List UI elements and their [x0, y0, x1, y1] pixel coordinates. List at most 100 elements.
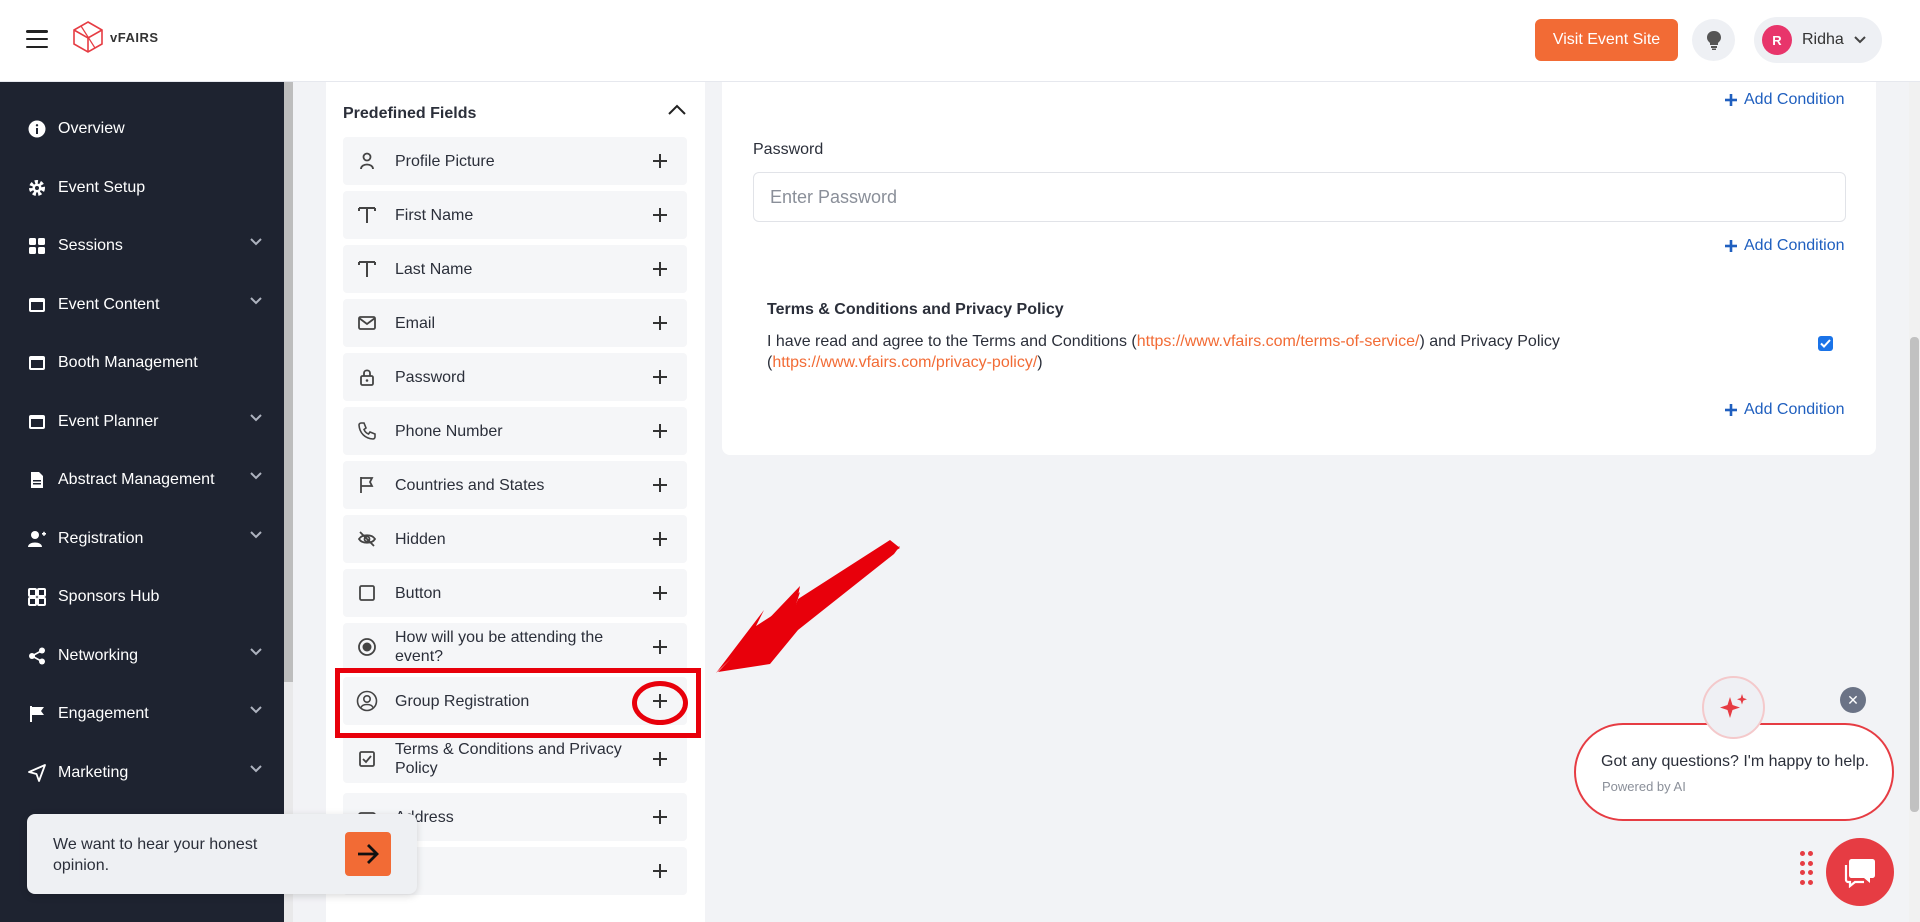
- field-password[interactable]: Password: [343, 353, 687, 401]
- sidebar-item-event-setup[interactable]: Event Setup: [0, 168, 284, 208]
- add-field-button[interactable]: [646, 857, 674, 885]
- chevron-down-icon: [250, 765, 262, 773]
- brand-logo[interactable]: vFAIRS: [72, 20, 159, 54]
- feedback-submit-button[interactable]: [345, 832, 391, 876]
- field-label: How will you be attending the event?: [395, 629, 604, 665]
- add-field-button[interactable]: [646, 255, 674, 283]
- sidebar-item-label: Sessions: [58, 237, 123, 254]
- phone-icon: [355, 419, 379, 443]
- terms-title: Terms & Conditions and Privacy Policy: [767, 301, 1064, 318]
- sidebar-item-abstract-management[interactable]: Abstract Management: [0, 460, 284, 500]
- add-field-button[interactable]: [646, 525, 674, 553]
- sidebar-item-event-planner[interactable]: Event Planner: [0, 402, 284, 442]
- field-label: Last Name: [395, 260, 473, 278]
- avatar: R: [1762, 25, 1792, 55]
- add-field-button[interactable]: [646, 417, 674, 445]
- add-field-button[interactable]: [646, 201, 674, 229]
- close-icon[interactable]: ✕: [1840, 687, 1866, 713]
- checkbox-icon: [355, 747, 379, 771]
- sidebar-item-label: Registration: [58, 530, 144, 547]
- add-condition-link[interactable]: Add Condition: [1724, 91, 1845, 109]
- field-hidden[interactable]: Hidden: [343, 515, 687, 563]
- add-condition-link[interactable]: Add Condition: [1724, 237, 1845, 255]
- sidebar: Overview Event Setup Sessions Event Cont…: [0, 82, 284, 922]
- sidebar-item-label: Abstract Management: [58, 471, 215, 488]
- add-field-button[interactable]: [646, 363, 674, 391]
- window-icon: [28, 296, 46, 314]
- add-field-button[interactable]: [646, 579, 674, 607]
- add-field-button[interactable]: [646, 803, 674, 831]
- add-field-button[interactable]: [646, 147, 674, 175]
- sidebar-item-engagement[interactable]: Engagement: [0, 694, 284, 734]
- user-menu[interactable]: R Ridha: [1754, 17, 1882, 63]
- sidebar-item-sessions[interactable]: Sessions: [0, 226, 284, 266]
- terms-of-service-link[interactable]: https://www.vfairs.com/terms-of-service/: [1137, 333, 1420, 350]
- document-icon: [28, 471, 46, 489]
- sidebar-item-registration[interactable]: Registration: [0, 519, 284, 559]
- add-field-button[interactable]: [646, 633, 674, 661]
- apps-icon: [28, 588, 46, 606]
- highlight-circle: [632, 681, 688, 725]
- sidebar-item-label: Event Planner: [58, 413, 159, 430]
- add-field-button[interactable]: [646, 471, 674, 499]
- send-icon: [28, 764, 46, 782]
- sidebar-scrollbar[interactable]: [284, 82, 293, 922]
- visit-event-site-button[interactable]: Visit Event Site: [1535, 19, 1678, 61]
- terms-text-part: ): [1037, 354, 1043, 371]
- person-icon: [355, 149, 379, 173]
- chevron-down-icon: [1854, 36, 1866, 44]
- field-terms-and-conditions[interactable]: Terms & Conditions and Privacy Policy: [343, 735, 687, 783]
- page-scrollbar[interactable]: [1909, 82, 1920, 922]
- vfairs-logo-icon: [73, 21, 103, 53]
- lightbulb-button[interactable]: [1692, 19, 1735, 61]
- page-scrollbar-thumb[interactable]: [1910, 337, 1919, 812]
- field-countries-and-states[interactable]: Countries and States: [343, 461, 687, 509]
- sidebar-item-overview[interactable]: Overview: [0, 109, 284, 149]
- feedback-toast: We want to hear your honest opinion.: [27, 814, 417, 894]
- ai-chat-message: Got any questions? I'm happy to help.: [1601, 753, 1870, 770]
- field-last-name[interactable]: Last Name: [343, 245, 687, 293]
- sidebar-scrollbar-thumb[interactable]: [284, 82, 293, 682]
- ai-sparkle-icon: [1702, 676, 1765, 739]
- sidebar-item-marketing[interactable]: Marketing: [0, 753, 284, 793]
- text-icon: [355, 257, 379, 281]
- field-first-name[interactable]: First Name: [343, 191, 687, 239]
- privacy-policy-link[interactable]: https://www.vfairs.com/privacy-policy/: [772, 354, 1037, 371]
- sidebar-item-networking[interactable]: Networking: [0, 636, 284, 676]
- mail-icon: [355, 311, 379, 335]
- user-name: Ridha: [1802, 31, 1844, 48]
- flag-icon: [355, 473, 379, 497]
- field-label: Password: [395, 368, 466, 386]
- sidebar-item-label: Booth Management: [58, 354, 198, 371]
- field-email[interactable]: Email: [343, 299, 687, 347]
- field-attendance-type[interactable]: How will you be attending the event?: [343, 623, 687, 671]
- chevron-down-icon: [250, 472, 262, 480]
- plus-icon: [1725, 404, 1737, 416]
- drag-handle[interactable]: [1800, 851, 1814, 887]
- plus-icon: [1725, 94, 1737, 106]
- chat-launcher-button[interactable]: [1826, 838, 1894, 906]
- terms-checkbox[interactable]: [1818, 336, 1833, 351]
- sidebar-item-label: Networking: [58, 647, 139, 664]
- chevron-down-icon: [250, 706, 262, 714]
- sidebar-item-label: Overview: [58, 120, 125, 137]
- sidebar-item-booth-management[interactable]: Booth Management: [0, 343, 284, 383]
- sidebar-item-event-content[interactable]: Event Content: [0, 285, 284, 325]
- add-field-button[interactable]: [646, 745, 674, 773]
- field-label: Countries and States: [395, 476, 545, 494]
- chevron-down-icon: [250, 648, 262, 656]
- field-phone-number[interactable]: Phone Number: [343, 407, 687, 455]
- field-label: Button: [395, 584, 442, 602]
- chevron-up-icon[interactable]: [668, 104, 686, 116]
- chevron-down-icon: [250, 238, 262, 246]
- sparkle-icon: [1719, 693, 1747, 718]
- add-condition-link[interactable]: Add Condition: [1724, 401, 1845, 419]
- add-field-button[interactable]: [646, 309, 674, 337]
- field-label: Email: [395, 314, 436, 332]
- password-field[interactable]: [753, 172, 1846, 222]
- sidebar-item-sponsors-hub[interactable]: Sponsors Hub: [0, 577, 284, 617]
- add-condition-label: Add Condition: [1744, 401, 1845, 418]
- field-profile-picture[interactable]: Profile Picture: [343, 137, 687, 185]
- menu-icon[interactable]: [26, 30, 48, 48]
- field-button[interactable]: Button: [343, 569, 687, 617]
